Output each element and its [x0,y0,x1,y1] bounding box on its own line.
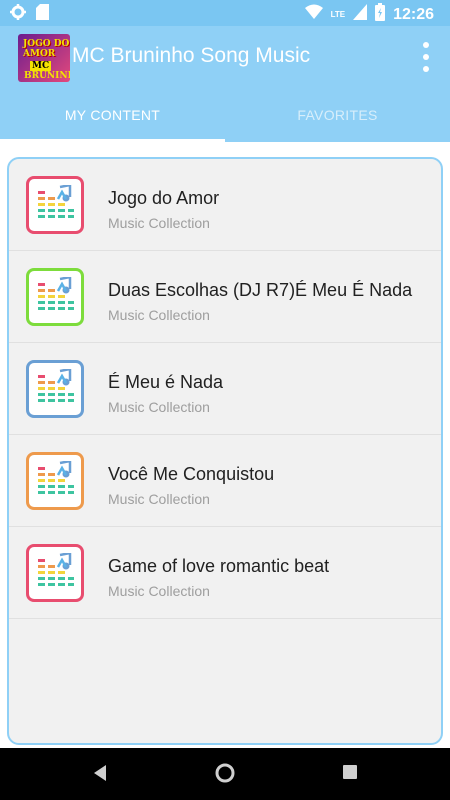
song-list: Jogo do Amor Music Collection Duas Escol… [7,157,443,745]
song-title: Game of love romantic beat [108,556,330,576]
tab-bar: MY CONTENT FAVORITES [0,88,450,142]
app-bar: JOGO DOAMOR MC BRUNINHO MC Bruninho Song… [0,26,450,88]
list-item[interactable]: É Meu é Nada Music Collection [9,343,441,435]
music-thumbnail-icon [26,360,84,418]
song-subtitle: Music Collection [108,399,210,415]
sd-card-icon [36,4,49,25]
network-type: LTE [330,10,346,19]
battery-icon [375,3,386,26]
list-item[interactable]: Duas Escolhas (DJ R7)É Meu É Nada Music … [9,251,441,343]
home-icon[interactable] [215,763,235,788]
music-thumbnail-icon [26,544,84,602]
song-title: Jogo do Amor [108,188,220,208]
list-item[interactable]: Game of love romantic beat Music Collect… [9,527,441,619]
tab-my-content[interactable]: MY CONTENT [0,88,225,142]
song-title: É Meu é Nada [108,372,224,392]
overflow-menu-icon[interactable] [420,42,432,72]
back-icon[interactable] [92,764,108,787]
song-subtitle: Music Collection [108,583,210,599]
list-item[interactable]: Jogo do Amor Music Collection [9,159,441,251]
app-title: MC Bruninho Song Music [72,44,311,67]
song-title: Duas Escolhas (DJ R7)É Meu É Nada [108,280,413,300]
song-subtitle: Music Collection [108,215,210,231]
tab-indicator [0,139,225,142]
settings-icon [10,4,26,25]
song-title: Você Me Conquistou [108,464,275,484]
music-thumbnail-icon [26,452,84,510]
wifi-icon [304,4,323,25]
list-item[interactable]: Você Me Conquistou Music Collection [9,435,441,527]
recents-icon[interactable] [342,764,358,785]
app-cover-art: JOGO DOAMOR MC BRUNINHO [18,34,70,82]
song-subtitle: Music Collection [108,307,210,323]
status-bar: LTE 12:26 [0,0,450,26]
song-subtitle: Music Collection [108,491,210,507]
tab-favorites[interactable]: FAVORITES [225,88,450,142]
navigation-bar [0,748,450,800]
clock: 12:26 [393,5,434,23]
music-thumbnail-icon [26,268,84,326]
music-thumbnail-icon [26,176,84,234]
signal-icon [353,4,368,25]
